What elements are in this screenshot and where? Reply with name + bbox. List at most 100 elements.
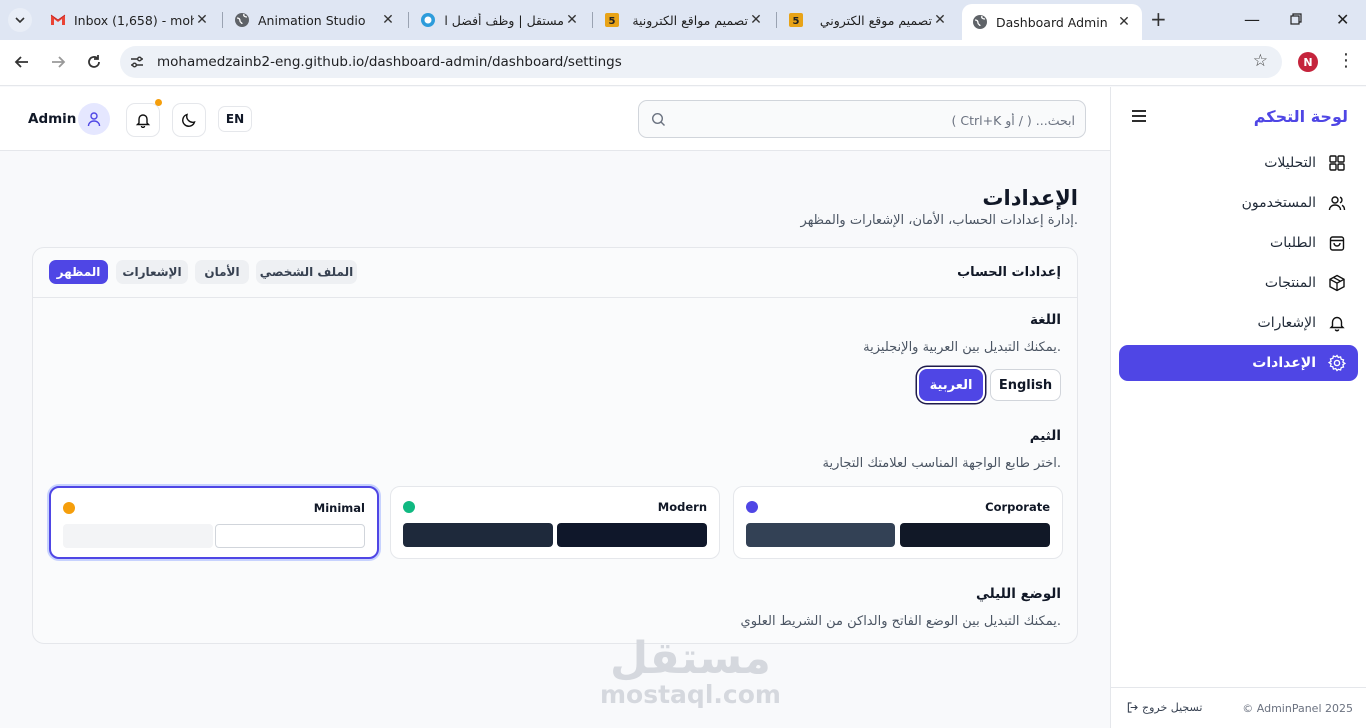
theme-swatch-primary (557, 523, 707, 547)
close-tab-icon[interactable]: ✕ (564, 12, 580, 28)
gmail-icon (50, 12, 66, 28)
svg-text:5: 5 (609, 16, 616, 27)
theme-option-corporate[interactable]: Corporate (733, 486, 1063, 559)
close-tab-icon[interactable]: ✕ (194, 12, 210, 28)
globe-icon (234, 12, 250, 28)
chevron-down-icon (15, 17, 25, 23)
theme-option-minimal[interactable]: Minimal (49, 486, 379, 559)
settings-card: إعدادات الحساب الملف الشخصي الأمان الإشع… (32, 247, 1078, 644)
language-heading: اللغة (1029, 312, 1061, 328)
sidebar-item-products[interactable]: المنتجات (1119, 265, 1358, 301)
browser-menu-icon[interactable]: ⋮ (1337, 52, 1355, 70)
profile-avatar[interactable]: N (1298, 52, 1318, 72)
tab-security[interactable]: الأمان (195, 260, 249, 284)
back-button[interactable] (12, 52, 32, 72)
users-icon (1328, 194, 1346, 212)
user-avatar[interactable] (78, 103, 110, 135)
browser-tab-animation-studio[interactable]: Animation Studio ✕ (224, 6, 406, 34)
user-name: Admin (28, 111, 77, 127)
sidebar-item-settings[interactable]: الإعدادات (1119, 345, 1358, 381)
logout-button[interactable]: تسجيل خروج (1127, 701, 1202, 714)
tab-search-dropdown[interactable] (8, 8, 32, 32)
tab-profile[interactable]: الملف الشخصي (256, 260, 357, 284)
tab-separator (592, 12, 593, 28)
theme-heading: الثيم (1029, 428, 1061, 444)
restore-button[interactable] (1290, 10, 1302, 29)
close-tab-icon[interactable]: ✕ (932, 12, 948, 28)
tab-title: تصميم موقع الكتروني (819, 12, 932, 28)
theme-swatch-primary (900, 523, 1050, 547)
bookmark-star-icon[interactable]: ☆ (1253, 51, 1268, 71)
browser-tab-gmail[interactable]: Inbox (1,658) - mohamed ✕ (40, 6, 220, 34)
sidebar-item-label: المستخدمون (1241, 195, 1316, 211)
sidebar-item-notifications[interactable]: الإشعارات (1119, 305, 1358, 341)
tab-notifications[interactable]: الإشعارات (116, 260, 188, 284)
address-bar[interactable]: mohamedzainb2-eng.github.io/dashboard-ad… (120, 46, 1282, 78)
tab-separator (408, 12, 409, 28)
close-tab-icon[interactable]: ✕ (1116, 14, 1132, 30)
page-subtitle: إدارة إعدادات الحساب، الأمان، الإشعارات … (800, 213, 1078, 228)
sidebar-item-orders[interactable]: الطلبات (1119, 225, 1358, 261)
theme-swatch-primary (215, 524, 365, 548)
settings-card-header: إعدادات الحساب الملف الشخصي الأمان الإشع… (33, 248, 1077, 298)
close-tab-icon[interactable]: ✕ (748, 12, 764, 28)
theme-name: Minimal (313, 501, 365, 515)
search-icon (651, 112, 666, 131)
sidebar-item-label: التحليلات (1264, 155, 1316, 171)
tab-title: Inbox (1,658) - mohamed (74, 12, 194, 28)
language-option-english[interactable]: English (990, 369, 1061, 401)
theme-option-modern[interactable]: Modern (390, 486, 720, 559)
bell-icon (1328, 314, 1346, 332)
app-header: Admin EN (0, 87, 1110, 151)
settings-card-title: إعدادات الحساب (957, 265, 1061, 280)
reload-icon (88, 55, 100, 68)
search-input[interactable] (679, 109, 1075, 131)
menu-toggle-icon[interactable] (1131, 109, 1147, 127)
watermark-arabic: مستقل (610, 633, 771, 684)
mostaql-icon (420, 12, 436, 28)
search-box (638, 100, 1086, 138)
night-mode-description: يمكنك التبديل بين الوضع الفاتح والداكن م… (740, 614, 1061, 629)
browser-tab-mostaql[interactable]: مستقل | وظف أفضل المستقلين ✕ (410, 6, 590, 34)
theme-name: Modern (657, 500, 707, 514)
sidebar-brand[interactable]: لوحة التحكم (1254, 107, 1348, 126)
minimize-button[interactable]: — (1244, 10, 1260, 29)
logout-label: تسجيل خروج (1142, 701, 1203, 714)
theme-name: Corporate (985, 500, 1050, 514)
logout-icon (1127, 702, 1138, 713)
forward-button[interactable] (48, 52, 68, 72)
theme-color-dot (746, 501, 758, 513)
copyright-text: © AdminPanel 2025 (1242, 702, 1353, 715)
night-mode-heading: الوضع الليلي (975, 586, 1061, 602)
notification-dot (155, 99, 162, 106)
theme-toggle-button[interactable] (172, 103, 206, 137)
language-toggle-button[interactable]: EN (218, 106, 252, 132)
language-option-arabic[interactable]: العربية (919, 369, 983, 401)
url-text: mohamedzainb2-eng.github.io/dashboard-ad… (157, 54, 622, 70)
globe-icon (972, 14, 988, 30)
theme-color-dot (63, 502, 75, 514)
close-tab-icon[interactable]: ✕ (380, 12, 396, 28)
watermark-latin: mostaql.com (600, 680, 781, 709)
notifications-button[interactable] (126, 103, 160, 137)
browser-tab-web-design-2[interactable]: 5 تصميم موقع الكتروني ✕ (778, 6, 958, 34)
site-settings-icon[interactable] (129, 54, 145, 74)
tab-title: Animation Studio (258, 12, 366, 28)
sidebar-item-label: الإشعارات (1257, 315, 1316, 331)
sidebar-item-analytics[interactable]: التحليلات (1119, 145, 1358, 181)
tab-appearance[interactable]: المظهر (49, 260, 108, 284)
gear-icon (1328, 354, 1346, 372)
browser-tab-dashboard-admin[interactable]: Dashboard Admin ✕ (962, 4, 1142, 40)
sidebar-footer: © AdminPanel 2025 تسجيل خروج (1111, 687, 1366, 728)
close-window-button[interactable]: ✕ (1336, 10, 1349, 29)
restore-icon (1290, 13, 1302, 25)
sidebar-item-users[interactable]: المستخدمون (1119, 185, 1358, 221)
shopping-bag-icon (1328, 234, 1346, 252)
browser-tab-web-design-1[interactable]: 5 تصميم مواقع الكترونية ✕ (594, 6, 774, 34)
reload-button[interactable] (84, 52, 104, 72)
sidebar-item-label: الطلبات (1270, 235, 1316, 251)
tab-separator (776, 12, 777, 28)
moon-icon (182, 113, 196, 127)
new-tab-button[interactable]: + (1150, 9, 1167, 29)
theme-swatch-secondary (63, 524, 213, 548)
